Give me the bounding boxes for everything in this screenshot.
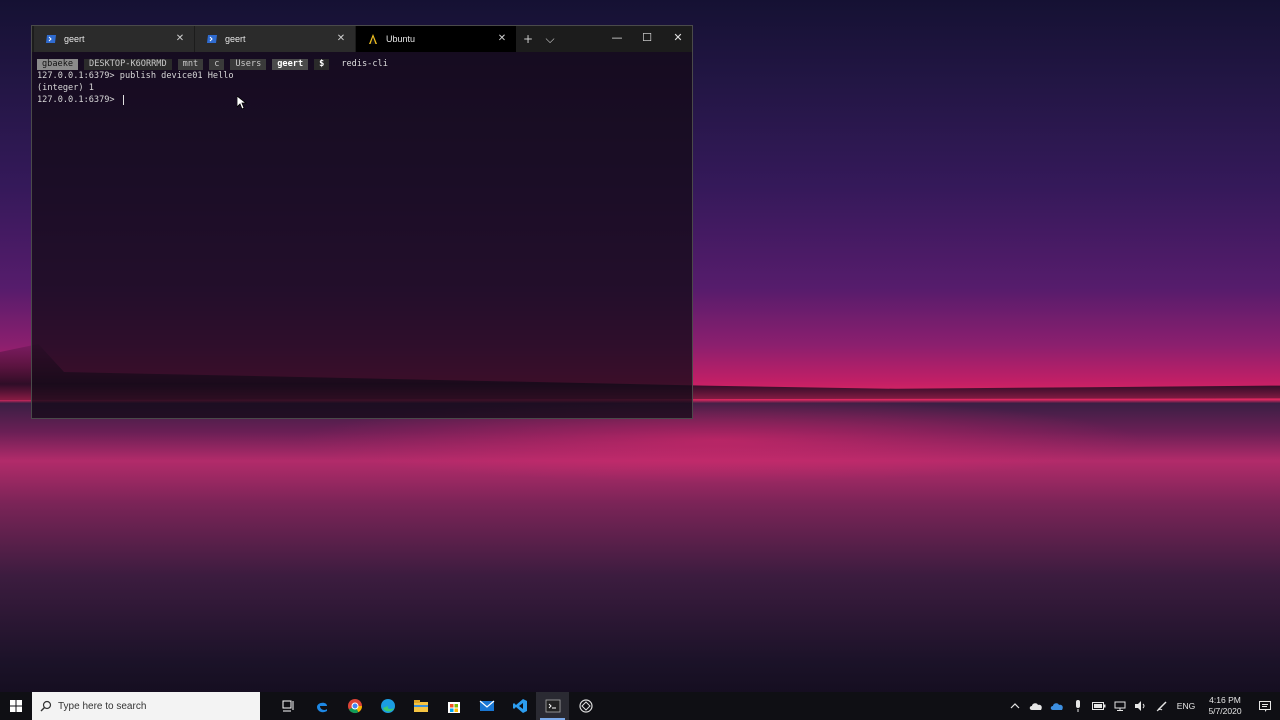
prompt-path-segment: c [209, 58, 225, 70]
pen-icon [1156, 701, 1167, 712]
notification-icon [1259, 700, 1271, 712]
edge-button[interactable] [371, 692, 404, 720]
tab-geert-2[interactable]: geert ✕ [195, 26, 355, 52]
prompt-user: gbaeke [37, 58, 79, 70]
prompt-command: redis-cli [341, 59, 388, 69]
battery-icon [1091, 702, 1105, 710]
task-view-button[interactable] [272, 692, 305, 720]
current-prompt: 127.0.0.1:6379> [37, 95, 120, 105]
text-cursor [122, 94, 124, 105]
output-line: (integer) 1 [37, 83, 94, 93]
terminal-icon [545, 699, 560, 713]
edge-legacy-icon [316, 702, 327, 713]
task-view-icon [282, 700, 293, 712]
mouse-pointer-icon [237, 96, 247, 110]
store-icon [447, 702, 460, 713]
windows-logo-icon [10, 700, 22, 712]
tab-label: geert [225, 34, 246, 44]
clock-button[interactable]: 4:16 PM 5/7/2020 [1200, 695, 1250, 717]
clock-time: 4:16 PM [1209, 695, 1241, 705]
output-line: 127.0.0.1:6379> publish device01 Hello [37, 71, 234, 81]
prompt-host: DESKTOP-K6ORRMD [84, 58, 172, 70]
onedrive-business-button[interactable] [1046, 692, 1067, 720]
search-placeholder: Type here to search [58, 700, 147, 712]
prompt-path-segment: Users [230, 58, 267, 70]
system-tray: ENG 4:16 PM 5/7/2020 [1004, 692, 1280, 720]
input-language-button[interactable]: ENG [1172, 701, 1200, 711]
onedrive-button[interactable] [1025, 692, 1046, 720]
network-icon [1114, 701, 1125, 711]
app-button[interactable] [569, 692, 602, 720]
search-icon [40, 700, 52, 712]
close-window-button[interactable]: ✕ [663, 26, 693, 50]
powershell-icon [46, 35, 56, 43]
tab-label: geert [64, 34, 85, 44]
tab-dropdown-button[interactable]: ⌵ [538, 26, 562, 52]
file-explorer-button[interactable] [404, 692, 437, 720]
shell-prompt: gbaeke DESKTOP-K6ORRMD mnt c Users geert… [37, 58, 687, 70]
output-line-current[interactable]: 127.0.0.1:6379> [37, 94, 687, 106]
terminal-button[interactable] [536, 692, 569, 720]
close-tab-icon[interactable]: ✕ [496, 33, 508, 45]
cloud-icon [1050, 702, 1063, 710]
vscode-icon [512, 699, 527, 713]
store-button[interactable] [437, 692, 470, 720]
close-tab-icon[interactable]: ✕ [174, 33, 186, 45]
minimize-button[interactable]: — [602, 26, 632, 50]
terminal-output[interactable]: gbaeke DESKTOP-K6ORRMD mnt c Users geert… [32, 52, 692, 110]
taskbar: Type here to search ENG 4:16 PM 5/7/2020 [0, 692, 1280, 720]
maximize-button[interactable]: ☐ [632, 26, 662, 50]
terminal-window[interactable]: geert ✕ geert ✕ Ubuntu ✕ + ⌵ — ☐ ✕ gbaek… [31, 25, 693, 419]
close-tab-icon[interactable]: ✕ [335, 33, 347, 45]
chrome-button[interactable] [338, 692, 371, 720]
show-hidden-icons-button[interactable] [1004, 692, 1025, 720]
clock-date: 5/7/2020 [1208, 706, 1242, 716]
vscode-button[interactable] [503, 692, 536, 720]
app-icon [578, 699, 593, 713]
taskbar-search-box[interactable]: Type here to search [32, 692, 260, 720]
mail-button[interactable] [470, 692, 503, 720]
terminal-titlebar[interactable]: geert ✕ geert ✕ Ubuntu ✕ + ⌵ — ☐ ✕ [32, 26, 692, 52]
prompt-dir: geert [272, 58, 309, 70]
powershell-icon [207, 35, 217, 43]
tab-ubuntu[interactable]: Ubuntu ✕ [356, 26, 516, 52]
microphone-button[interactable] [1067, 692, 1088, 720]
file-explorer-icon [413, 700, 428, 712]
mail-icon [479, 700, 494, 711]
volume-icon [1134, 701, 1144, 711]
chrome-icon [347, 699, 362, 714]
prompt-path-segment: mnt [177, 58, 204, 70]
edge-legacy-button[interactable] [305, 692, 338, 720]
battery-button[interactable] [1088, 692, 1109, 720]
tab-geert-1[interactable]: geert ✕ [34, 26, 194, 52]
ubuntu-linux-icon [369, 34, 377, 44]
new-tab-button[interactable]: + [516, 26, 540, 52]
start-button[interactable] [0, 692, 32, 720]
network-button[interactable] [1109, 692, 1130, 720]
prompt-symbol: $ [314, 58, 330, 70]
microphone-icon [1075, 700, 1080, 712]
action-center-button[interactable] [1250, 692, 1280, 720]
tab-label: Ubuntu [386, 34, 416, 44]
volume-button[interactable] [1130, 692, 1151, 720]
pen-workspace-button[interactable] [1151, 692, 1172, 720]
chevron-up-icon [1010, 703, 1019, 709]
edge-icon [380, 699, 395, 713]
cloud-icon [1029, 702, 1042, 710]
